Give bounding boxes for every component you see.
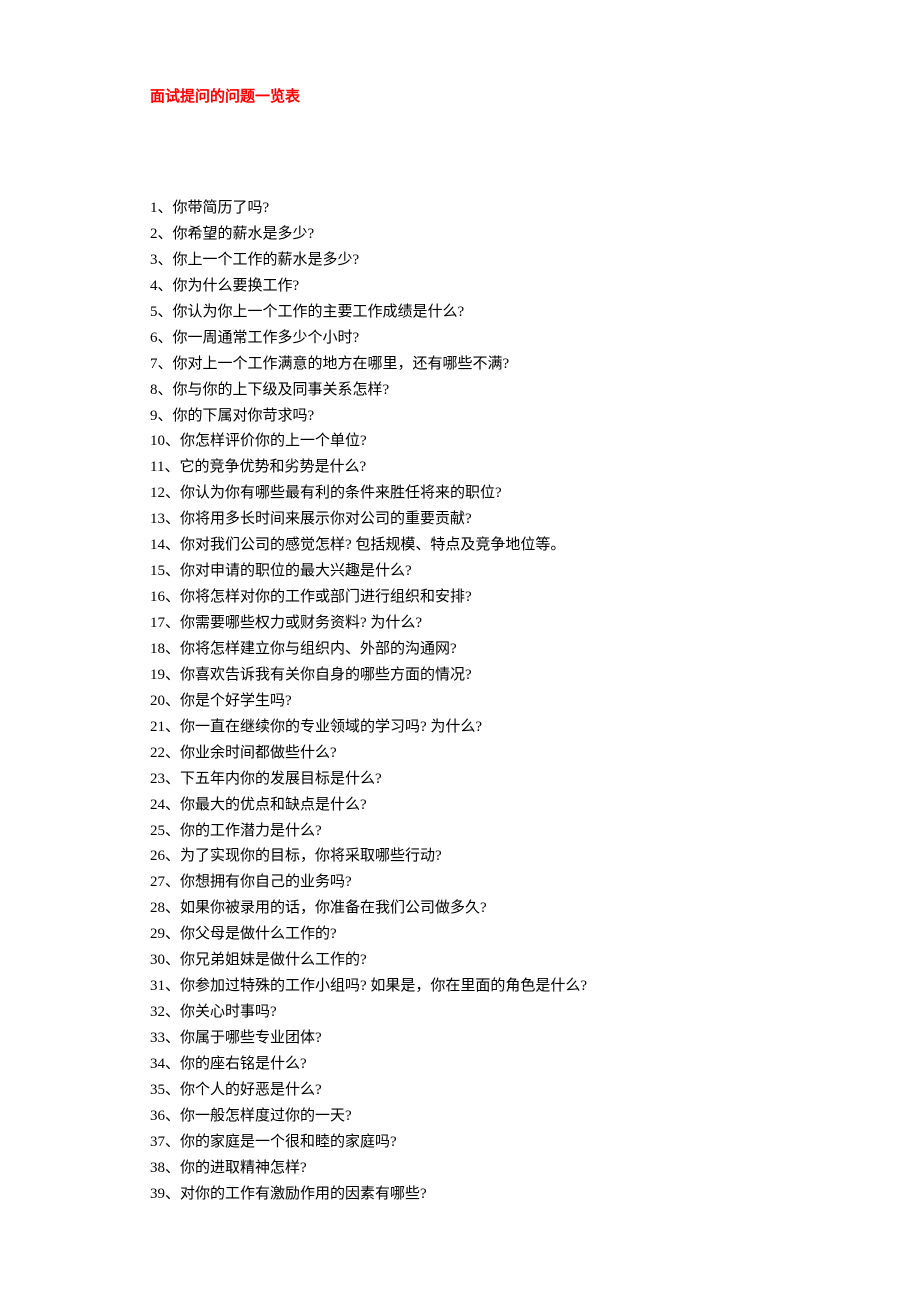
question-item: 31、你参加过特殊的工作小组吗? 如果是，你在里面的角色是什么? [150,974,770,1000]
question-item: 35、你个人的好恶是什么? [150,1078,770,1104]
question-item: 18、你将怎样建立你与组织内、外部的沟通网? [150,637,770,663]
question-item: 26、为了实现你的目标，你将采取哪些行动? [150,844,770,870]
question-item: 28、如果你被录用的话，你准备在我们公司做多久? [150,896,770,922]
question-item: 13、你将用多长时间来展示你对公司的重要贡献? [150,507,770,533]
question-item: 24、你最大的优点和缺点是什么? [150,793,770,819]
question-item: 7、你对上一个工作满意的地方在哪里，还有哪些不满? [150,352,770,378]
question-item: 36、你一般怎样度过你的一天? [150,1104,770,1130]
question-item: 11、它的竞争优势和劣势是什么? [150,455,770,481]
question-item: 10、你怎样评价你的上一个单位? [150,429,770,455]
question-item: 20、你是个好学生吗? [150,689,770,715]
question-item: 33、你属于哪些专业团体? [150,1026,770,1052]
question-item: 15、你对申请的职位的最大兴趣是什么? [150,559,770,585]
question-item: 29、你父母是做什么工作的? [150,922,770,948]
question-item: 21、你一直在继续你的专业领域的学习吗? 为什么? [150,715,770,741]
document-title: 面试提问的问题一览表 [150,85,770,106]
question-item: 9、你的下属对你苛求吗? [150,404,770,430]
question-item: 34、你的座右铭是什么? [150,1052,770,1078]
question-item: 25、你的工作潜力是什么? [150,819,770,845]
question-item: 5、你认为你上一个工作的主要工作成绩是什么? [150,300,770,326]
question-item: 23、下五年内你的发展目标是什么? [150,767,770,793]
question-item: 6、你一周通常工作多少个小时? [150,326,770,352]
question-list: 1、你带简历了吗?2、你希望的薪水是多少?3、你上一个工作的薪水是多少?4、你为… [150,196,770,1208]
question-item: 14、你对我们公司的感觉怎样? 包括规模、特点及竞争地位等。 [150,533,770,559]
question-item: 22、你业余时间都做些什么? [150,741,770,767]
question-item: 8、你与你的上下级及同事关系怎样? [150,378,770,404]
question-item: 17、你需要哪些权力或财务资料? 为什么? [150,611,770,637]
question-item: 30、你兄弟姐妹是做什么工作的? [150,948,770,974]
question-item: 16、你将怎样对你的工作或部门进行组织和安排? [150,585,770,611]
question-item: 4、你为什么要换工作? [150,274,770,300]
question-item: 39、对你的工作有激励作用的因素有哪些? [150,1182,770,1208]
question-item: 27、你想拥有你自己的业务吗? [150,870,770,896]
question-item: 37、你的家庭是一个很和睦的家庭吗? [150,1130,770,1156]
question-item: 3、你上一个工作的薪水是多少? [150,248,770,274]
question-item: 1、你带简历了吗? [150,196,770,222]
question-item: 19、你喜欢告诉我有关你自身的哪些方面的情况? [150,663,770,689]
question-item: 32、你关心时事吗? [150,1000,770,1026]
question-item: 12、你认为你有哪些最有利的条件来胜任将来的职位? [150,481,770,507]
question-item: 38、你的进取精神怎样? [150,1156,770,1182]
question-item: 2、你希望的薪水是多少? [150,222,770,248]
